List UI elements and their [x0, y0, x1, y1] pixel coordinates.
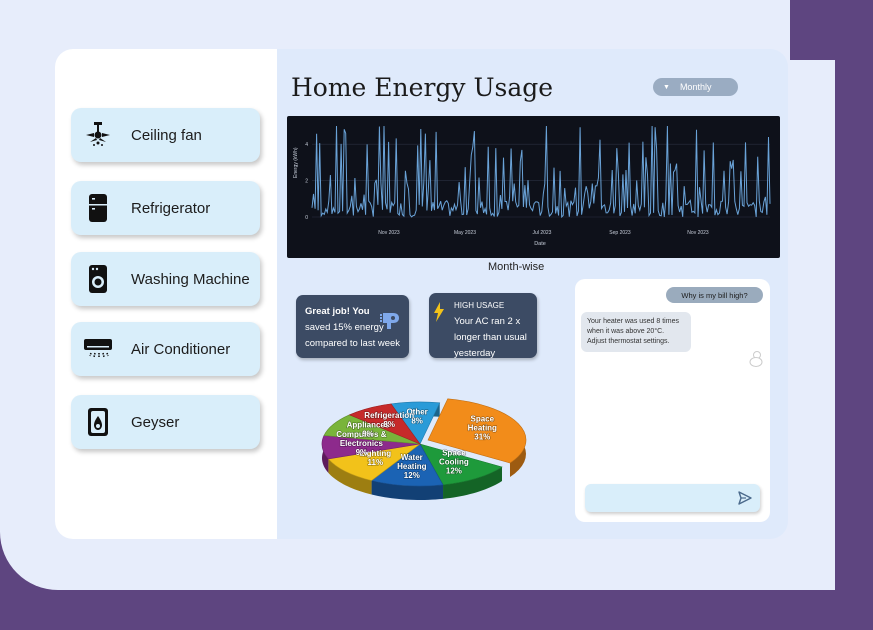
lightning-icon	[433, 302, 445, 328]
bot-message-line: Your heater was used 8 times	[587, 318, 679, 325]
x-tick-label: Sep 2023	[609, 230, 631, 236]
ceiling-fan-icon	[83, 120, 113, 150]
hair-dryer-icon	[380, 308, 402, 336]
typing-indicator-icon	[749, 351, 763, 372]
energy-pie-chart: Other 8% Space Heating 31% Space Cooling 12% Wat…	[315, 386, 530, 531]
x-tick-label: Jul 2023	[533, 230, 552, 236]
sidebar-item-label: Air Conditioner	[131, 340, 231, 358]
x-tick-label: May 2023	[454, 230, 476, 236]
chat-input[interactable]	[585, 484, 760, 512]
page-corner	[790, 0, 873, 60]
sidebar-item-washing-machine[interactable]: Washing Machine	[71, 252, 260, 306]
y-tick-label: 0	[305, 215, 308, 221]
chart-caption: Month-wise	[488, 261, 545, 273]
sidebar: Ceiling fan Refrigerator Washing Machine…	[55, 49, 277, 539]
tip-line: yesterday	[454, 348, 496, 359]
refrigerator-icon	[83, 193, 113, 223]
great-job-tip: Great job! You saved 15% energy compared…	[296, 295, 409, 358]
sidebar-item-label: Geyser	[131, 413, 180, 431]
tip-line: compared to last week	[305, 338, 401, 349]
period-dropdown-value: Monthly	[679, 82, 712, 92]
caret-down-icon: ▼	[663, 83, 670, 91]
sidebar-item-label: Refrigerator	[131, 199, 211, 217]
energy-pie-chart-svg: Other 8% Space Heating 31%Space Cooling 12%Wat…	[321, 398, 527, 500]
sidebar-item-geyser[interactable]: Geyser	[71, 395, 260, 449]
tip-heading: HIGH USAGE	[454, 301, 505, 310]
energy-line-chart-svg: Energy (kWh) Date 0 2 4 Nov 2023 May 2023 Jul…	[293, 125, 771, 247]
send-icon[interactable]	[738, 491, 752, 505]
y-tick-label: 2	[305, 179, 308, 185]
dashboard-card: Ceiling fan Refrigerator Washing Machine…	[55, 49, 788, 539]
sidebar-item-air-conditioner[interactable]: Air Conditioner	[71, 322, 260, 376]
period-dropdown[interactable]: ▼ Monthly	[653, 78, 738, 96]
user-message: Why is my bill high?	[666, 287, 763, 303]
y-axis-label: Energy (kWh)	[293, 147, 299, 178]
geyser-icon	[83, 407, 113, 437]
energy-line-chart: Energy (kWh) Date 0 2 4 Nov 2023 May 2023 Jul…	[287, 116, 780, 258]
high-usage-tip: HIGH USAGE Your AC ran 2 x longer than u…	[429, 293, 537, 359]
bot-message: Your heater was used 8 times when it was…	[581, 312, 691, 352]
x-tick-label: Nov 2023	[378, 230, 400, 236]
tip-line: longer than usual	[454, 332, 527, 343]
chat-panel: Why is my bill high? Your heater was use…	[575, 279, 770, 522]
washing-machine-icon	[83, 264, 113, 294]
bot-message-line: Adjust thermostat settings.	[587, 338, 670, 345]
energy-series-line	[311, 125, 771, 219]
air-conditioner-icon	[83, 334, 113, 364]
y-tick-label: 4	[305, 142, 308, 148]
sidebar-item-label: Ceiling fan	[131, 126, 202, 144]
tip-line: Your AC ran 2 x	[454, 316, 521, 327]
page-title: Home Energy Usage	[291, 73, 554, 102]
sidebar-item-refrigerator[interactable]: Refrigerator	[71, 181, 260, 235]
bot-message-line: when it was above 20°C.	[587, 328, 665, 335]
x-axis-label: Date	[534, 241, 546, 247]
x-tick-label: Nov 2023	[687, 230, 709, 236]
sidebar-item-ceiling-fan[interactable]: Ceiling fan	[71, 108, 260, 162]
sidebar-item-label: Washing Machine	[131, 270, 250, 288]
